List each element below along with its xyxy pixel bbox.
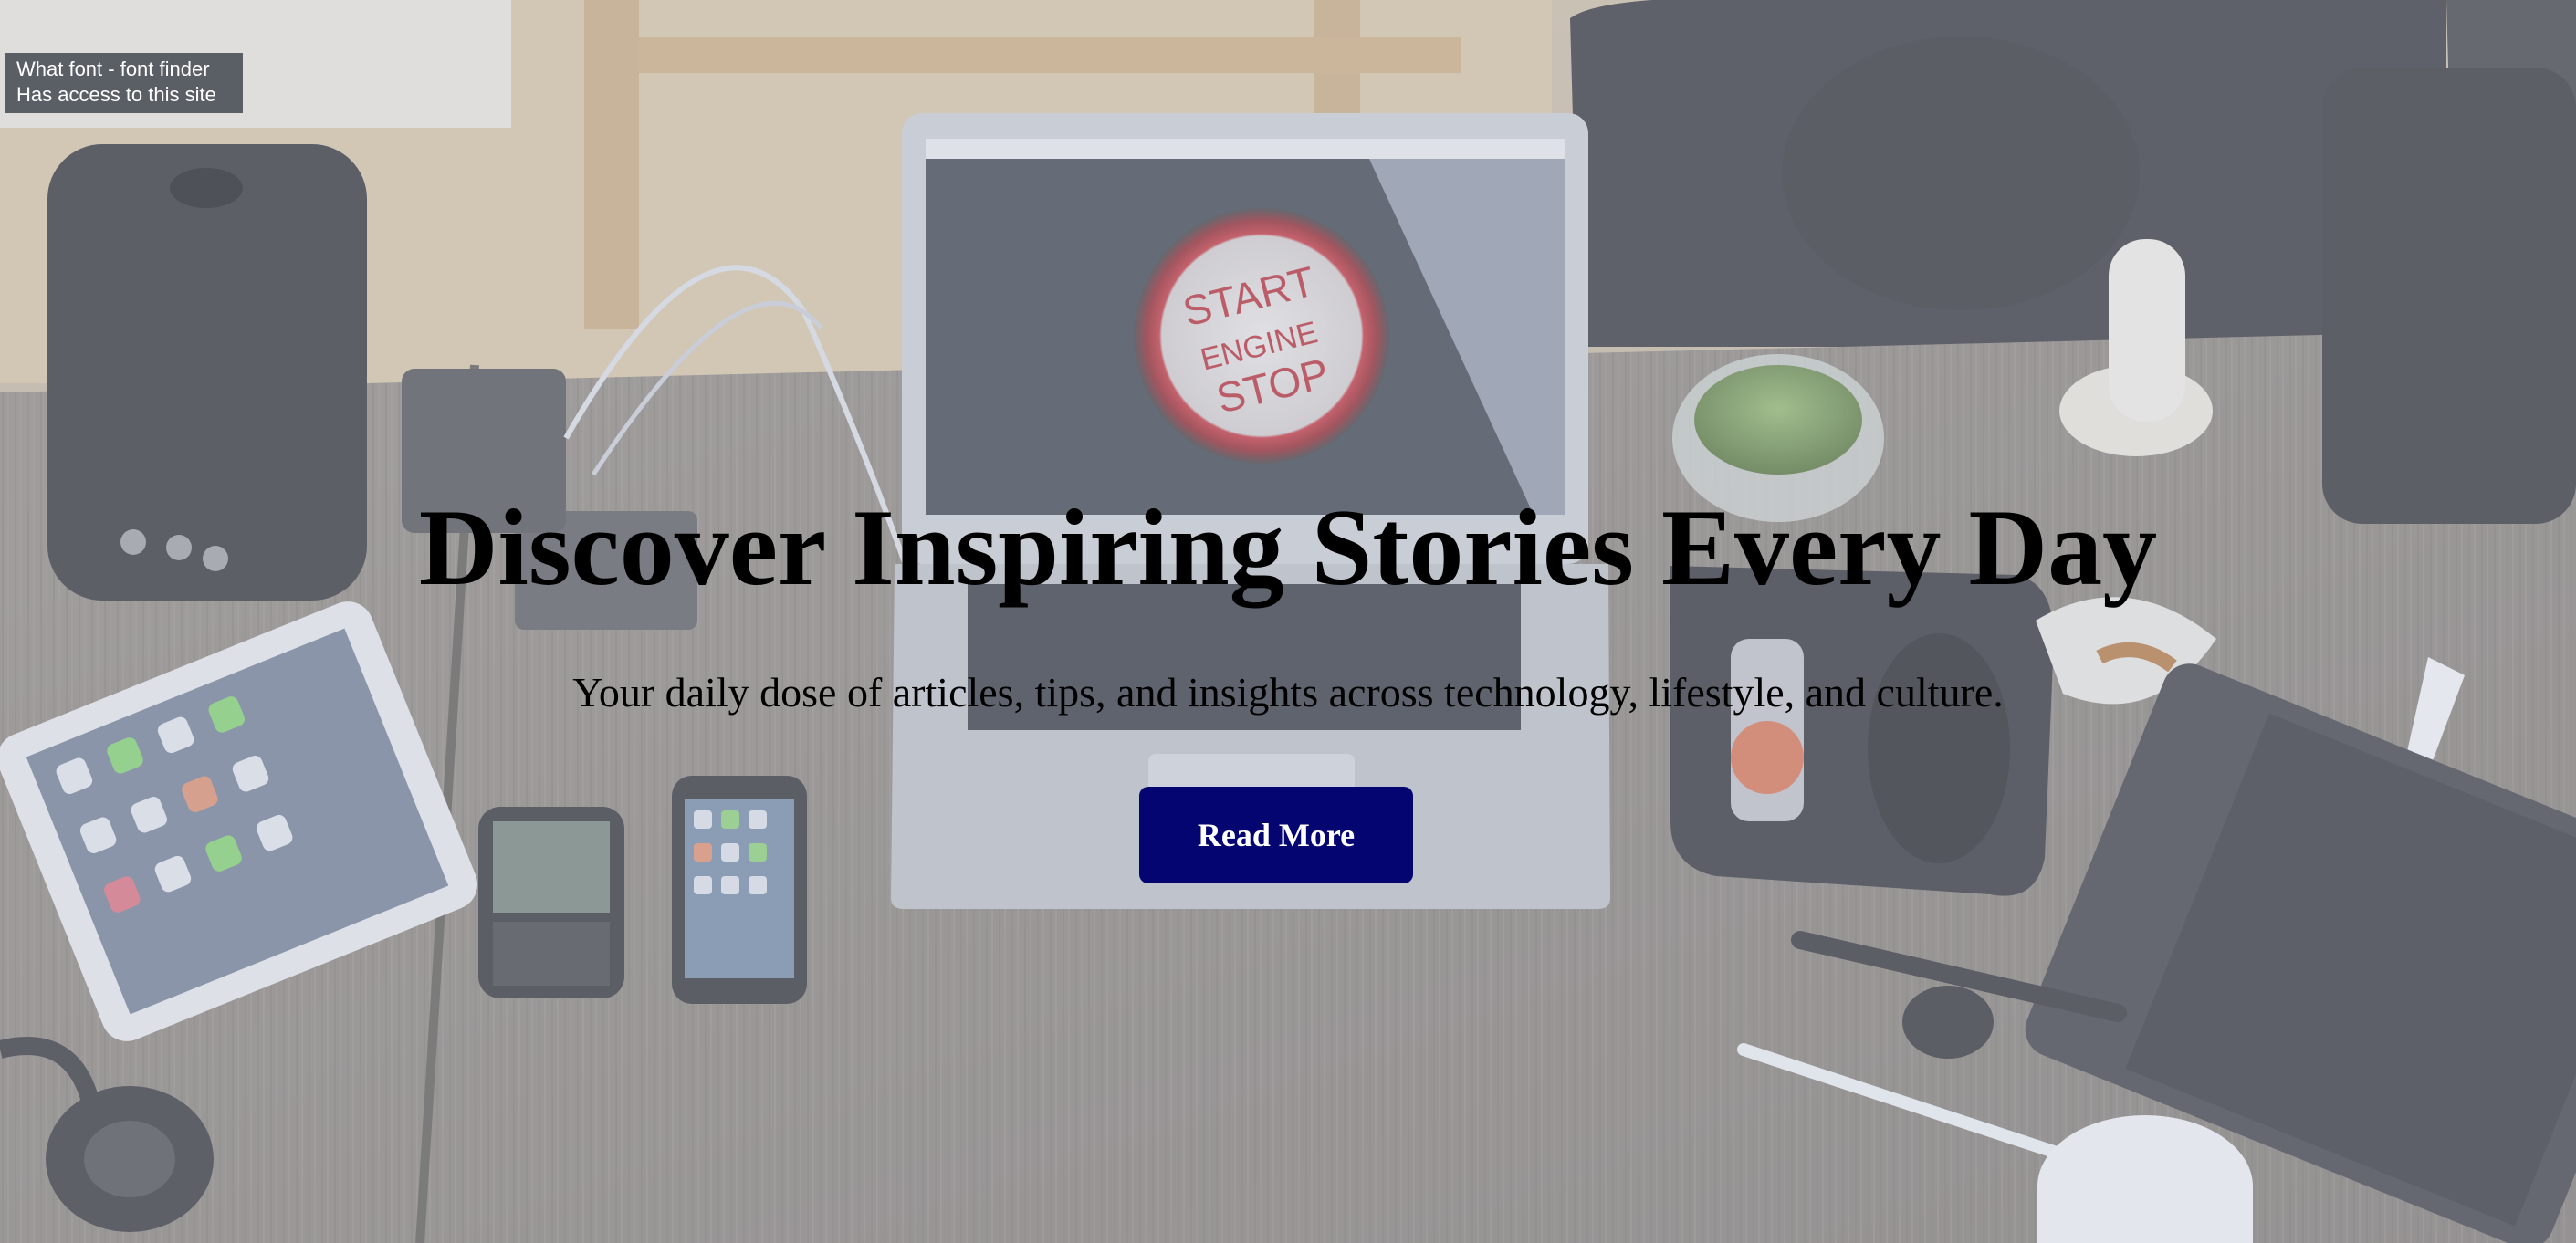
hero-subtitle: Your daily dose of articles, tips, and i… xyxy=(572,669,2004,716)
extension-tooltip-title: What font - font finder xyxy=(16,57,210,80)
hero-content: Discover Inspiring Stories Every Day You… xyxy=(0,0,2576,1243)
hero-title: Discover Inspiring Stories Every Day xyxy=(418,486,2158,608)
extension-tooltip-access: Has access to this site xyxy=(16,83,216,106)
read-more-button[interactable]: Read More xyxy=(1139,787,1413,883)
hero-section: START ENGINE STOP Discover Inspiring Sto… xyxy=(0,0,2576,1243)
extension-tooltip: What font - font finder Has access to th… xyxy=(5,53,243,113)
